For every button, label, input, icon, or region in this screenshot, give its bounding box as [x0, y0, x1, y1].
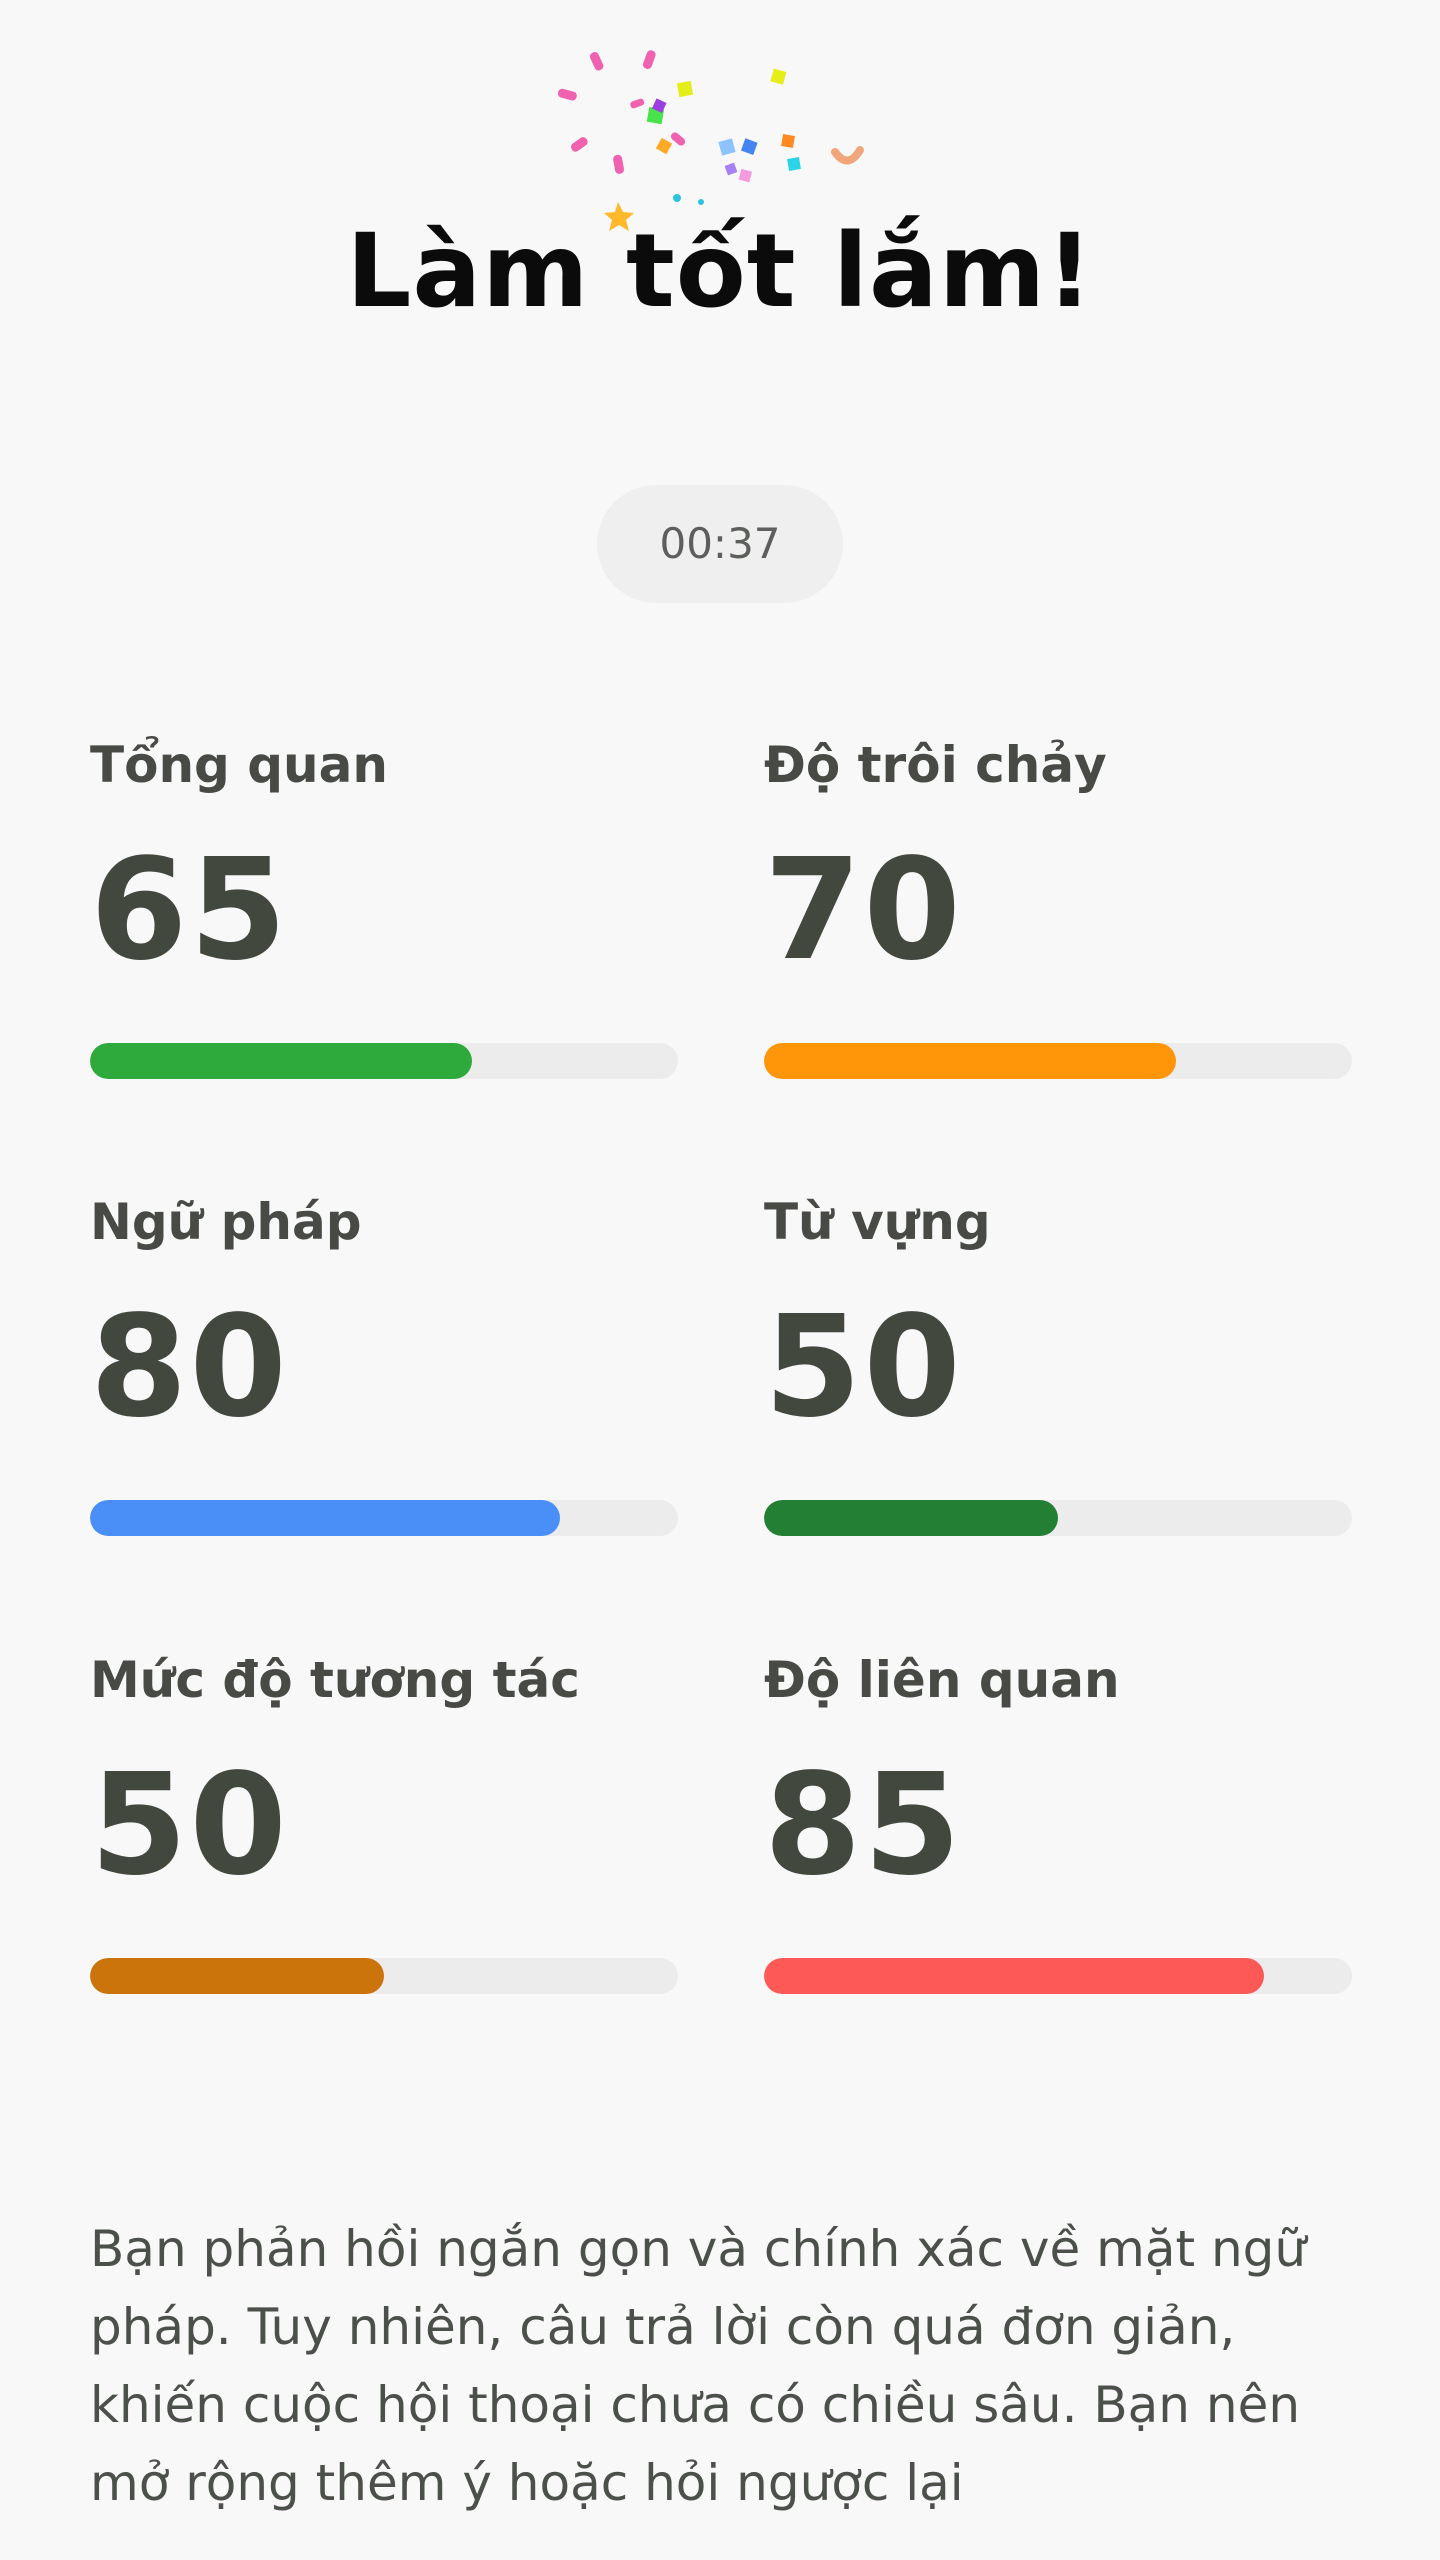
metric-progress-fill — [90, 1958, 384, 1994]
metric-score: 85 — [764, 1744, 963, 1907]
metric-progress-track — [90, 1500, 678, 1536]
metric-progress-track — [764, 1043, 1352, 1079]
metric-label: Tổng quan — [90, 736, 388, 794]
page-title: Làm tốt lắm! — [346, 212, 1094, 331]
metric-progress-fill — [764, 1043, 1176, 1079]
metric-progress-track — [90, 1958, 678, 1994]
metric-label: Mức độ tương tác — [90, 1651, 580, 1709]
feedback-text: Bạn phản hồi ngắn gọn và chính xác về mặ… — [90, 2220, 1307, 2512]
metric-score: 70 — [764, 829, 963, 992]
metric-engagement: Mức độ tương tác 50 — [90, 1650, 678, 1994]
metric-progress-track — [764, 1500, 1352, 1536]
metric-progress-fill — [764, 1500, 1058, 1536]
metric-progress-track — [90, 1043, 678, 1079]
metric-progress-fill — [90, 1043, 473, 1079]
metric-fluency: Độ trôi chảy 70 — [764, 735, 1352, 1079]
metric-progress-fill — [764, 1958, 1264, 1994]
metric-score: 65 — [90, 829, 289, 992]
metric-label: Độ liên quan — [764, 1651, 1120, 1709]
metric-overall: Tổng quan 65 — [90, 735, 678, 1079]
confetti-icon — [557, 50, 864, 231]
metric-relevance: Độ liên quan 85 — [764, 1650, 1352, 1994]
timer-badge: 00:37 — [597, 485, 843, 603]
metric-label: Độ trôi chảy — [764, 736, 1107, 794]
metric-vocabulary: Từ vựng 50 — [764, 1192, 1352, 1536]
metric-score: 50 — [90, 1744, 289, 1907]
metric-label: Từ vựng — [764, 1193, 991, 1251]
metric-label: Ngữ pháp — [90, 1193, 362, 1251]
metric-progress-fill — [90, 1500, 561, 1536]
metric-grammar: Ngữ pháp 80 — [90, 1192, 678, 1536]
metric-score: 80 — [90, 1286, 289, 1449]
metric-score: 50 — [764, 1286, 963, 1449]
metric-progress-track — [764, 1958, 1352, 1994]
